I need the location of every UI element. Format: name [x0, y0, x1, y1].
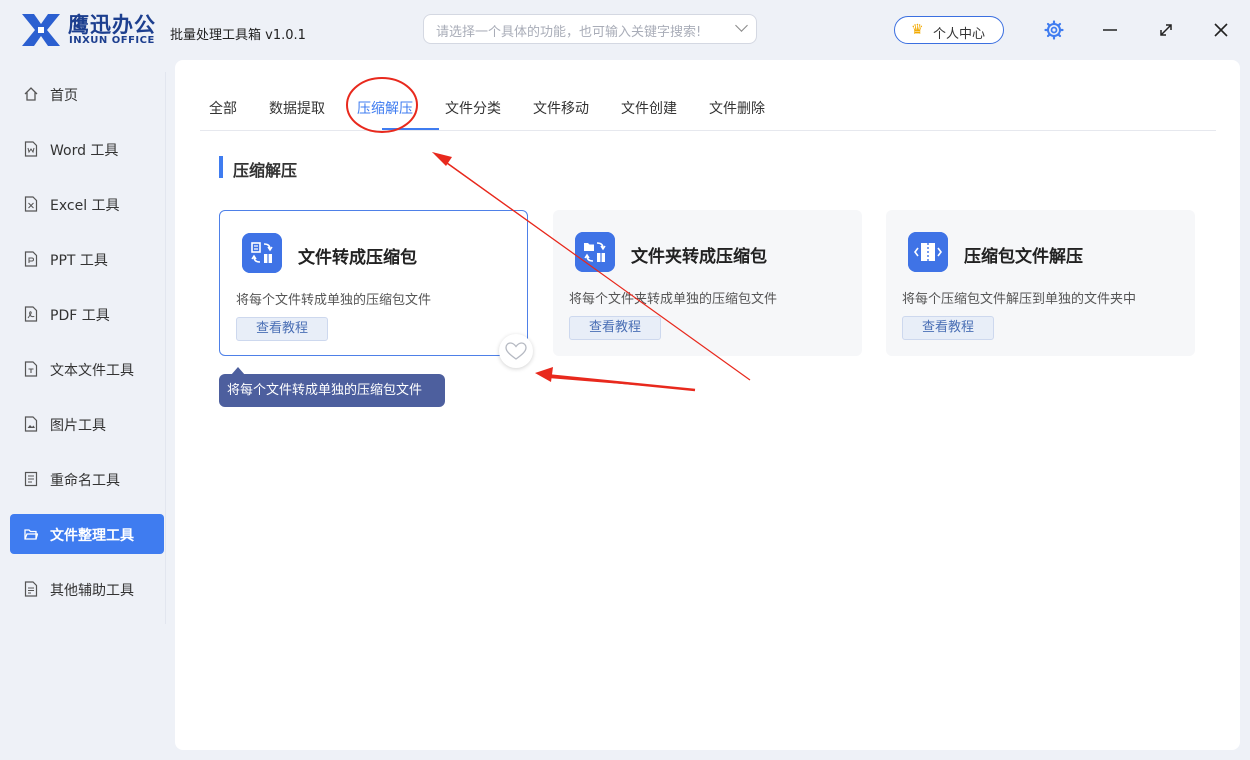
sidebar-item-label: 首页: [50, 88, 78, 104]
crown-icon: ♛: [911, 22, 924, 38]
folder-to-zip-icon: [575, 232, 615, 272]
folder-open-icon: [24, 529, 38, 540]
sidebar-item-label: PPT 工具: [50, 253, 108, 269]
favorite-button[interactable]: [499, 334, 533, 368]
tool-card-folder-to-zip[interactable]: 文件夹转成压缩包 将每个文件夹转成单独的压缩包文件 查看教程: [553, 210, 862, 356]
view-tutorial-button[interactable]: 查看教程: [236, 317, 328, 341]
category-tabs: 全部 数据提取 压缩解压 文件分类 文件移动 文件创建 文件删除: [200, 60, 1216, 131]
sidebar-divider: [165, 72, 166, 624]
sidebar-item-rename[interactable]: 重命名工具: [10, 459, 164, 499]
pdf-file-icon: [24, 306, 38, 322]
card-title: 压缩包文件解压: [964, 247, 1083, 267]
unzip-icon: [908, 232, 948, 272]
tool-card-unzip[interactable]: 压缩包文件解压 将每个压缩包文件解压到单独的文件夹中 查看教程: [886, 210, 1195, 356]
tab-all[interactable]: 全部: [209, 98, 237, 118]
sidebar-item-text-file[interactable]: 文本文件工具: [10, 349, 164, 389]
section-title: 压缩解压: [233, 161, 298, 180]
tab-file-classify[interactable]: 文件分类: [445, 98, 501, 118]
sidebar: 首页 Word 工具 Excel 工具 PPT 工具 PDF 工具 文本文件工具…: [0, 60, 166, 760]
sidebar-item-home[interactable]: 首页: [10, 74, 164, 114]
tool-card-file-to-zip[interactable]: 文件转成压缩包 将每个文件转成单独的压缩包文件 查看教程: [219, 210, 528, 356]
sidebar-item-ppt[interactable]: PPT 工具: [10, 239, 164, 279]
excel-file-icon: [24, 196, 38, 212]
image-file-icon: [24, 416, 38, 432]
main-panel: 全部 数据提取 压缩解压 文件分类 文件移动 文件创建 文件删除 压缩解压 文件…: [175, 60, 1240, 750]
rename-icon: [24, 471, 38, 487]
close-icon[interactable]: [1209, 18, 1233, 42]
ppt-file-icon: [24, 251, 38, 267]
sidebar-item-pdf[interactable]: PDF 工具: [10, 294, 164, 334]
app-title: 批量处理工具箱 v1.0.1: [170, 28, 306, 43]
tab-file-move[interactable]: 文件移动: [533, 98, 589, 118]
card-tooltip: 将每个文件转成单独的压缩包文件: [219, 374, 445, 407]
misc-tools-icon: [24, 581, 38, 597]
user-center-label: 个人中心: [933, 27, 986, 42]
home-icon: [24, 87, 38, 101]
minimize-icon[interactable]: [1098, 18, 1122, 42]
tab-compress-decompress[interactable]: 压缩解压: [357, 98, 413, 118]
card-description: 将每个文件转成单独的压缩包文件: [236, 293, 432, 308]
sidebar-item-word[interactable]: Word 工具: [10, 129, 164, 169]
sidebar-item-label: 文本文件工具: [50, 363, 134, 379]
text-file-icon: [24, 361, 38, 377]
user-center-button[interactable]: ♛ 个人中心: [894, 16, 1004, 44]
sidebar-item-label: 文件整理工具: [50, 528, 134, 544]
maximize-icon[interactable]: [1154, 18, 1178, 42]
sidebar-item-label: 图片工具: [50, 418, 106, 434]
sidebar-item-misc-tools[interactable]: 其他辅助工具: [10, 569, 164, 609]
chevron-down-icon[interactable]: [735, 19, 748, 32]
card-description: 将每个文件夹转成单独的压缩包文件: [569, 292, 778, 307]
inxun-logo-icon: [22, 14, 60, 46]
sidebar-item-file-organize[interactable]: 文件整理工具: [10, 514, 164, 554]
settings-gear-icon[interactable]: [1042, 18, 1066, 42]
sidebar-item-label: PDF 工具: [50, 308, 110, 324]
search-placeholder: 请选择一个具体的功能，也可输入关键字搜索!: [436, 25, 702, 40]
title-bar: 鹰迅办公 INXUN OFFICE 批量处理工具箱 v1.0.1 请选择一个具体…: [0, 0, 1250, 60]
card-description: 将每个压缩包文件解压到单独的文件夹中: [902, 292, 1137, 307]
sidebar-item-label: Excel 工具: [50, 198, 120, 214]
card-title: 文件夹转成压缩包: [631, 247, 767, 267]
sidebar-item-image[interactable]: 图片工具: [10, 404, 164, 444]
heart-icon: [505, 342, 527, 360]
file-to-zip-icon: [242, 233, 282, 273]
tab-file-delete[interactable]: 文件删除: [709, 98, 765, 118]
brand-name-english: INXUN OFFICE: [69, 35, 155, 46]
sidebar-item-label: 其他辅助工具: [50, 583, 134, 599]
sidebar-item-label: Word 工具: [50, 143, 119, 159]
tab-file-create[interactable]: 文件创建: [621, 98, 677, 118]
section-accent-bar: [219, 156, 223, 178]
tab-data-extract[interactable]: 数据提取: [269, 98, 325, 118]
word-file-icon: [24, 141, 38, 157]
active-tab-underline: [382, 128, 439, 130]
search-input[interactable]: 请选择一个具体的功能，也可输入关键字搜索!: [423, 14, 757, 44]
card-title: 文件转成压缩包: [298, 248, 417, 268]
view-tutorial-button[interactable]: 查看教程: [902, 316, 994, 340]
sidebar-item-label: 重命名工具: [50, 473, 120, 489]
sidebar-item-excel[interactable]: Excel 工具: [10, 184, 164, 224]
view-tutorial-button[interactable]: 查看教程: [569, 316, 661, 340]
